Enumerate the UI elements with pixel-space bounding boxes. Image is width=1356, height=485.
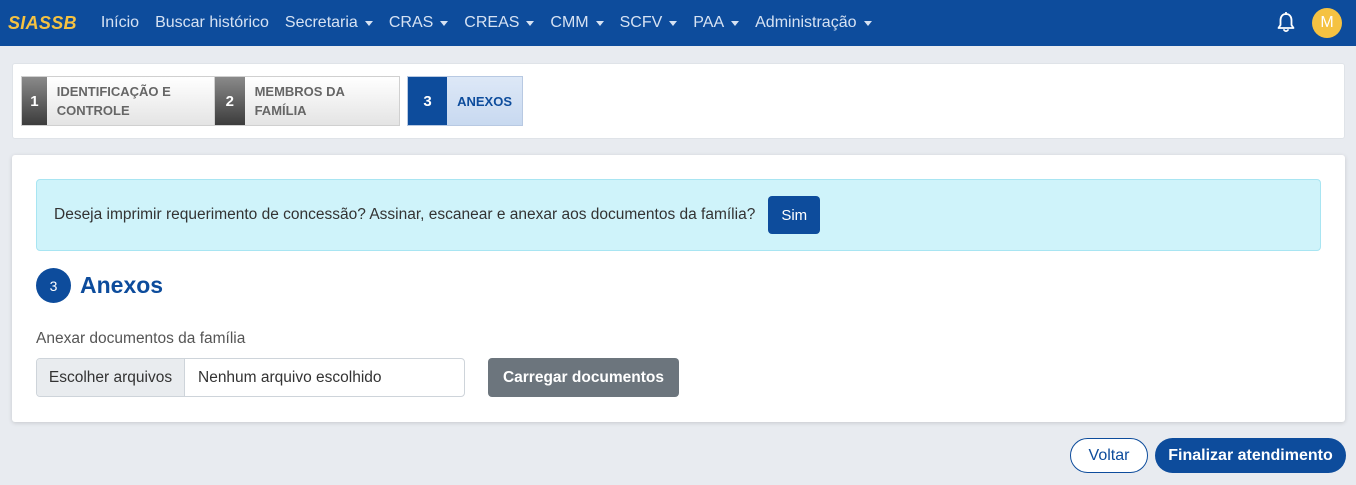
top-navbar: SIASSB Início Buscar histórico Secretari… bbox=[0, 0, 1356, 46]
main-card: Deseja imprimir requerimento de concessã… bbox=[12, 155, 1345, 422]
nav-menu: Início Buscar histórico Secretaria CRAS … bbox=[93, 14, 880, 32]
yes-button[interactable]: Sim bbox=[768, 196, 821, 234]
nav-item-cras[interactable]: CRAS bbox=[381, 14, 456, 32]
step-label: ANEXOS bbox=[457, 93, 512, 109]
upload-documents-button[interactable]: Carregar documentos bbox=[488, 358, 679, 397]
bell-icon[interactable] bbox=[1276, 12, 1296, 34]
step-label: IDENTIFICAÇÃO E CONTROLE bbox=[56, 84, 171, 118]
nav-item-creas[interactable]: CREAS bbox=[456, 14, 542, 32]
step-label: MEMBROS DA FAMÍLIA bbox=[254, 84, 345, 118]
step-anexos[interactable]: 3 ANEXOS bbox=[407, 76, 523, 126]
section-header: 3 Anexos bbox=[36, 268, 163, 303]
back-button[interactable]: Voltar bbox=[1070, 438, 1148, 473]
step-number: 3 bbox=[408, 77, 448, 125]
navbar-right: M bbox=[1276, 0, 1342, 46]
file-status-text: Nenhum arquivo escolhido bbox=[198, 368, 382, 386]
attachments-label: Anexar documentos da família bbox=[36, 330, 246, 347]
avatar[interactable]: M bbox=[1312, 8, 1342, 38]
nav-item-cmm[interactable]: CMM bbox=[542, 14, 611, 32]
step-number: 2 bbox=[215, 77, 245, 125]
nav-item-inicio[interactable]: Início bbox=[93, 14, 147, 32]
caret-down-icon bbox=[595, 21, 604, 26]
step-identificacao[interactable]: 1 IDENTIFICAÇÃO E CONTROLE bbox=[21, 76, 215, 126]
caret-down-icon bbox=[364, 21, 373, 26]
print-request-alert: Deseja imprimir requerimento de concessã… bbox=[36, 179, 1321, 251]
nav-item-scfv[interactable]: SCFV bbox=[612, 14, 686, 32]
section-title: Anexos bbox=[80, 272, 164, 298]
step-number: 1 bbox=[22, 77, 47, 125]
nav-item-buscar-historico[interactable]: Buscar histórico bbox=[147, 14, 277, 32]
nav-item-secretaria[interactable]: Secretaria bbox=[277, 14, 381, 32]
section-number-badge: 3 bbox=[36, 268, 71, 303]
alert-text: Deseja imprimir requerimento de concessã… bbox=[54, 206, 756, 223]
nav-item-paa[interactable]: PAA bbox=[685, 14, 747, 32]
brand-logo[interactable]: SIASSB bbox=[8, 13, 77, 34]
wizard-steps: 1 IDENTIFICAÇÃO E CONTROLE 2 MEMBROS DA … bbox=[12, 63, 1345, 139]
choose-files-button[interactable]: Escolher arquivos bbox=[37, 359, 185, 396]
step-membros[interactable]: 2 MEMBROS DA FAMÍLIA bbox=[214, 76, 400, 126]
caret-down-icon bbox=[863, 21, 872, 26]
caret-down-icon bbox=[526, 21, 535, 26]
caret-down-icon bbox=[731, 21, 740, 26]
caret-down-icon bbox=[669, 21, 678, 26]
nav-item-administracao[interactable]: Administração bbox=[747, 14, 879, 32]
finish-button[interactable]: Finalizar atendimento bbox=[1155, 438, 1346, 473]
caret-down-icon bbox=[440, 21, 449, 26]
file-input[interactable]: Escolher arquivos Nenhum arquivo escolhi… bbox=[36, 358, 465, 397]
